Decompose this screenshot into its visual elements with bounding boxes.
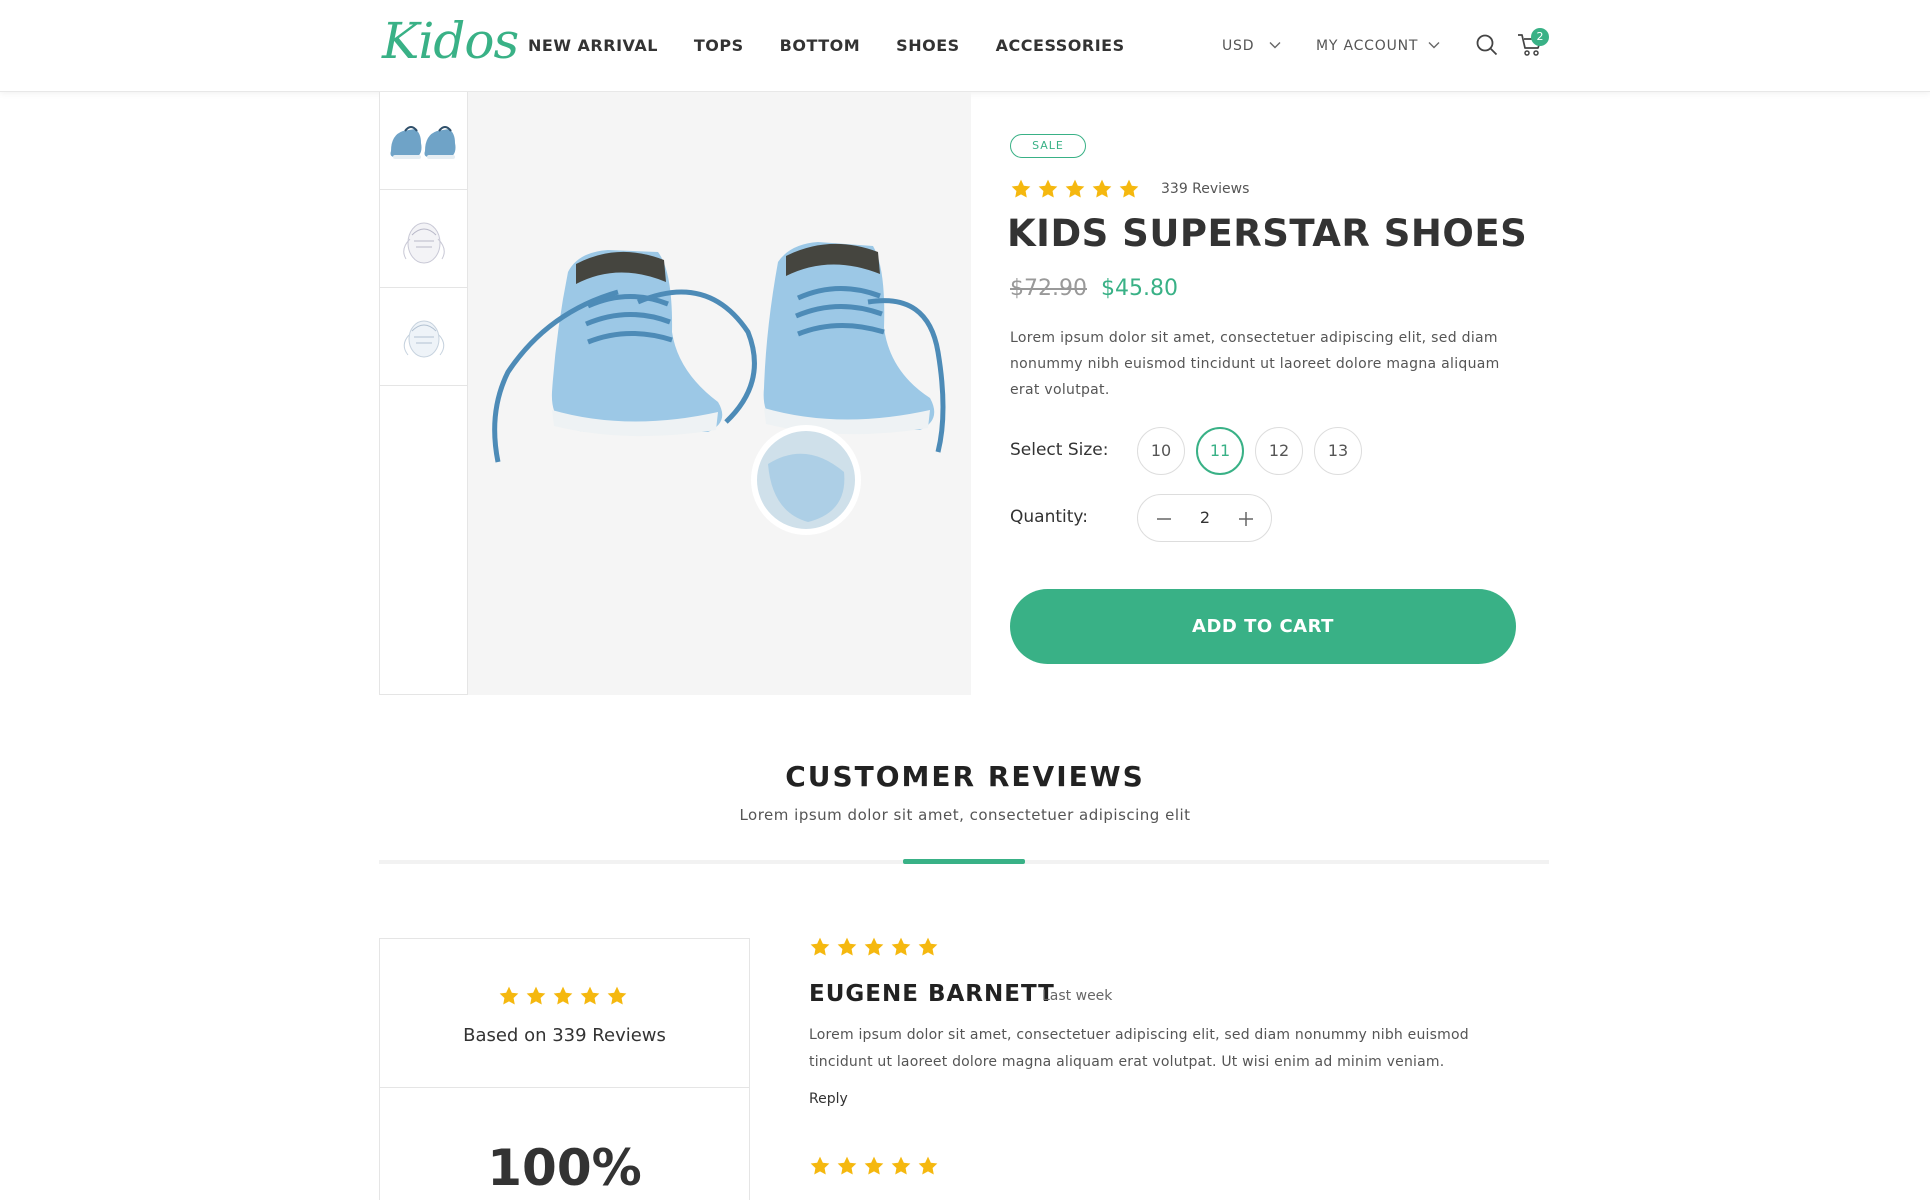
size-options: 10 11 12 13 bbox=[1137, 427, 1362, 475]
nav-new-arrival[interactable]: NEW ARRIVAL bbox=[528, 36, 658, 55]
section-title: CUSTOMER REVIEWS bbox=[785, 760, 1145, 793]
size-option-11[interactable]: 11 bbox=[1196, 427, 1244, 475]
baby-shoes-image bbox=[492, 242, 946, 535]
star-icon bbox=[863, 1155, 885, 1177]
site-header: Kidos NEW ARRIVAL TOPS BOTTOM SHOES ACCE… bbox=[0, 0, 1930, 92]
product-title: KIDS SUPERSTAR SHOES bbox=[1007, 212, 1528, 255]
divider-accent bbox=[903, 859, 1025, 864]
star-icon bbox=[836, 936, 858, 958]
recommend-percent: 100% bbox=[487, 1139, 642, 1197]
size-option-10[interactable]: 10 bbox=[1137, 427, 1185, 475]
summary-rating-stars bbox=[498, 985, 633, 1011]
star-icon bbox=[836, 1155, 858, 1177]
star-icon bbox=[1037, 178, 1059, 200]
nav-tops[interactable]: TOPS bbox=[694, 36, 744, 55]
star-icon bbox=[1064, 178, 1086, 200]
size-option-13[interactable]: 13 bbox=[1314, 427, 1362, 475]
review-text: Lorem ipsum dolor sit amet, consectetuer… bbox=[809, 1027, 1469, 1070]
star-icon bbox=[890, 936, 912, 958]
review-time: Last week bbox=[1042, 988, 1113, 1004]
rating-summary-top: Based on 339 Reviews bbox=[380, 939, 749, 1088]
review-rating-stars bbox=[809, 1155, 944, 1181]
rating-summary: Based on 339 Reviews 100% bbox=[379, 938, 750, 1200]
logo[interactable]: Kidos bbox=[382, 12, 519, 70]
search-icon[interactable] bbox=[1474, 32, 1500, 58]
star-icon bbox=[1091, 178, 1113, 200]
star-icon bbox=[863, 936, 885, 958]
star-icon bbox=[606, 985, 628, 1007]
size-option-12[interactable]: 12 bbox=[1255, 427, 1303, 475]
minus-icon[interactable] bbox=[1152, 507, 1176, 531]
shoe-thumbnail-image bbox=[403, 222, 445, 263]
star-icon bbox=[809, 936, 831, 958]
chevron-down-icon[interactable] bbox=[1427, 38, 1441, 52]
currency-selector[interactable]: USD bbox=[1222, 38, 1254, 54]
review-item: EUGENE BARNETT Last week Lorem ipsum dol… bbox=[809, 936, 1509, 1116]
star-icon bbox=[917, 936, 939, 958]
reviewer-name: EUGENE BARNETT bbox=[809, 981, 1055, 1007]
reviews-count-link[interactable]: 339 Reviews bbox=[1161, 181, 1249, 197]
quantity-input[interactable] bbox=[1182, 508, 1228, 527]
star-icon bbox=[890, 1155, 912, 1177]
shoe-thumbnail-image bbox=[403, 320, 445, 357]
quantity-stepper bbox=[1137, 494, 1272, 542]
star-icon bbox=[525, 985, 547, 1007]
nav-accessories[interactable]: ACCESSORIES bbox=[996, 36, 1125, 55]
based-on-text: Based on 339 Reviews bbox=[463, 1025, 666, 1046]
product-rating-stars bbox=[1010, 178, 1145, 204]
quantity-label: Quantity: bbox=[1010, 507, 1088, 527]
main-nav: NEW ARRIVAL TOPS BOTTOM SHOES ACCESSORIE… bbox=[528, 36, 1161, 55]
section-subtitle: Lorem ipsum dolor sit amet, consectetuer… bbox=[739, 806, 1191, 824]
review-item bbox=[809, 1155, 1509, 1185]
reply-link[interactable]: Reply bbox=[809, 1091, 848, 1107]
nav-bottom[interactable]: BOTTOM bbox=[780, 36, 861, 55]
star-icon bbox=[1010, 178, 1032, 200]
plus-icon[interactable] bbox=[1234, 507, 1258, 531]
sale-price: $45.80 bbox=[1101, 276, 1178, 301]
old-price: $72.90 bbox=[1010, 276, 1087, 301]
product-main-image[interactable] bbox=[468, 92, 971, 695]
thumbnail-1[interactable] bbox=[380, 92, 468, 190]
star-icon bbox=[809, 1155, 831, 1177]
thumbnail-2[interactable] bbox=[380, 190, 468, 288]
star-icon bbox=[579, 985, 601, 1007]
chevron-down-icon[interactable] bbox=[1268, 38, 1282, 52]
add-to-cart-button[interactable]: ADD TO CART bbox=[1010, 589, 1516, 664]
nav-shoes[interactable]: SHOES bbox=[896, 36, 959, 55]
thumbnail-list bbox=[379, 92, 468, 695]
star-icon bbox=[917, 1155, 939, 1177]
cart-count-badge: 2 bbox=[1531, 28, 1549, 46]
sale-badge: SALE bbox=[1010, 134, 1086, 158]
review-rating-stars bbox=[809, 936, 944, 962]
thumbnail-3[interactable] bbox=[380, 288, 468, 386]
shoe-thumbnail-image bbox=[390, 125, 456, 159]
star-icon bbox=[1118, 178, 1140, 200]
product-description: Lorem ipsum dolor sit amet, consectetuer… bbox=[1010, 330, 1500, 398]
account-menu[interactable]: MY ACCOUNT bbox=[1316, 38, 1418, 54]
size-label: Select Size: bbox=[1010, 440, 1109, 460]
star-icon bbox=[498, 985, 520, 1007]
star-icon bbox=[552, 985, 574, 1007]
